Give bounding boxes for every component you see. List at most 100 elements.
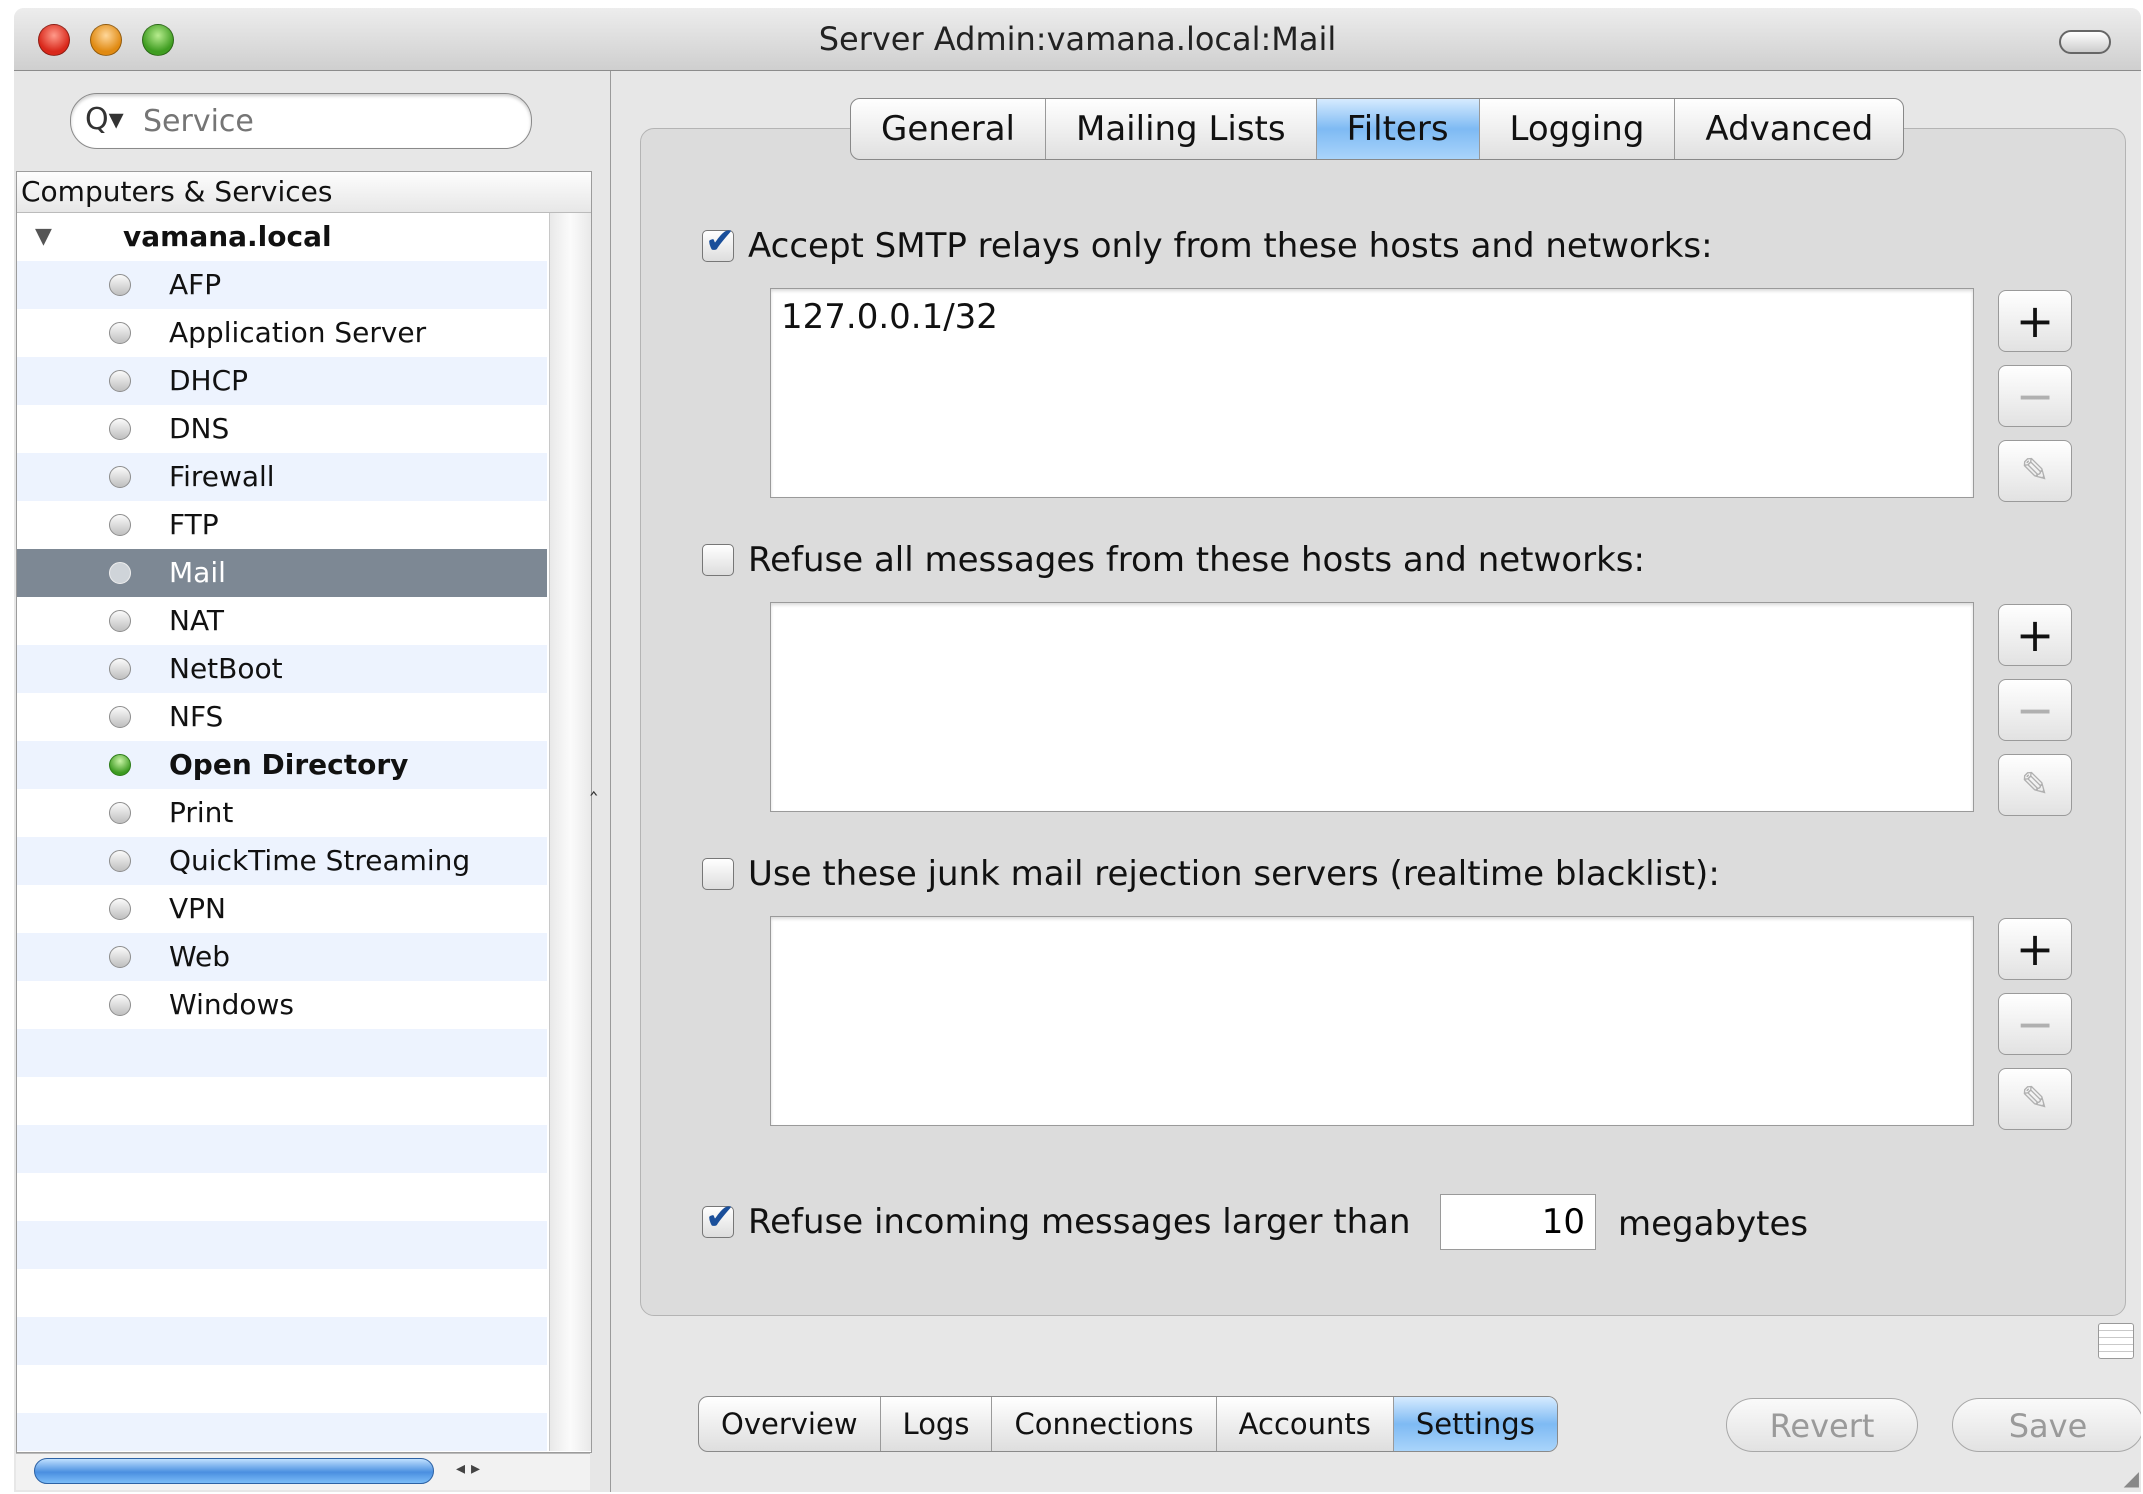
refuse-hosts-label: Refuse all messages from these hosts and… (748, 540, 1645, 580)
settings-tabs: General Mailing Lists Filters Logging Advanc… (850, 98, 1905, 160)
service-label: FTP (169, 508, 219, 541)
empty-row (17, 1125, 547, 1173)
toolbar-toggle-button[interactable] (2059, 30, 2111, 54)
add-refused-host-button[interactable]: + (1998, 604, 2072, 666)
status-indicator-icon (109, 514, 131, 536)
search-icon[interactable]: Q▾ (85, 102, 124, 137)
size-limit-input[interactable] (1440, 1194, 1596, 1250)
service-label: DHCP (169, 364, 249, 397)
service-row[interactable]: QuickTime Streaming (17, 837, 547, 885)
empty-row (17, 1413, 547, 1451)
service-rows: ▼ vamana.local AFP Application Server DHCP… (17, 213, 547, 1451)
edit-rbl-server-button[interactable]: ✎ (1998, 1068, 2072, 1130)
tab-advanced[interactable]: Advanced (1675, 99, 1903, 159)
view-tab-accounts[interactable]: Accounts (1217, 1397, 1394, 1451)
service-view-tabs: Overview Logs Connections Accounts Settings (698, 1396, 1558, 1452)
service-row[interactable]: DHCP (17, 357, 547, 405)
scroll-thumb[interactable] (34, 1458, 434, 1484)
status-indicator-icon (109, 994, 131, 1016)
minus-icon: − (2015, 369, 2055, 423)
list-item[interactable]: 127.0.0.1/32 (781, 297, 998, 337)
remove-rbl-server-button[interactable]: − (1998, 993, 2072, 1055)
disclosure-triangle-icon[interactable]: ▼ (35, 213, 52, 261)
service-label: QuickTime Streaming (169, 844, 471, 877)
remove-relay-host-button[interactable]: − (1998, 365, 2072, 427)
service-label: NetBoot (169, 652, 283, 685)
service-row[interactable]: NFS (17, 693, 547, 741)
search-input[interactable] (141, 102, 505, 140)
smtp-relay-checkbox[interactable] (702, 221, 735, 262)
service-row[interactable]: AFP (17, 261, 547, 309)
resize-grip-icon[interactable]: ◢ (2124, 1466, 2139, 1490)
service-search-field[interactable]: Q▾ (70, 93, 532, 149)
status-indicator-icon (109, 898, 131, 920)
view-tab-connections[interactable]: Connections (992, 1397, 1217, 1451)
tab-mailing-lists[interactable]: Mailing Lists (1046, 99, 1317, 159)
empty-row (17, 1029, 547, 1077)
status-indicator-icon (109, 562, 131, 584)
empty-row (17, 1269, 547, 1317)
status-indicator-icon (109, 322, 131, 344)
view-tab-settings[interactable]: Settings (1393, 1397, 1557, 1451)
service-label: NAT (169, 604, 225, 637)
service-row[interactable]: Open Directory (17, 741, 547, 789)
list-header: Computers & Services (17, 172, 591, 213)
status-indicator-icon (109, 946, 131, 968)
tab-logging[interactable]: Logging (1480, 99, 1676, 159)
tab-general[interactable]: General (851, 99, 1046, 159)
revert-button[interactable]: Revert (1726, 1398, 1918, 1452)
vertical-scrollbar[interactable] (549, 213, 591, 1451)
title-bar: Server Admin:vamana.local:Mail (14, 8, 2141, 71)
status-indicator-icon (109, 466, 131, 488)
add-relay-host-button[interactable]: + (1998, 290, 2072, 352)
host-row[interactable]: ▼ vamana.local (17, 213, 547, 261)
plus-icon: + (2015, 922, 2055, 976)
service-row[interactable]: NetBoot (17, 645, 547, 693)
size-limit-checkbox[interactable] (702, 1197, 735, 1238)
size-unit-label: megabytes (1618, 1204, 1809, 1244)
service-row[interactable]: FTP (17, 501, 547, 549)
service-row[interactable]: Firewall (17, 453, 547, 501)
empty-row (17, 1173, 547, 1221)
remove-refused-host-button[interactable]: − (1998, 679, 2072, 741)
add-rbl-server-button[interactable]: + (1998, 918, 2072, 980)
view-tab-logs[interactable]: Logs (881, 1397, 993, 1451)
edit-refused-host-button[interactable]: ✎ (1998, 754, 2072, 816)
view-tab-overview[interactable]: Overview (699, 1397, 881, 1451)
minus-icon: − (2015, 683, 2055, 737)
refuse-hosts-checkbox[interactable] (702, 544, 734, 576)
status-indicator-icon (109, 706, 131, 728)
notes-icon[interactable] (2098, 1323, 2134, 1359)
split-view-handle-icon[interactable]: ‸ (590, 771, 597, 796)
smtp-relay-hosts-list[interactable]: 127.0.0.1/32 (770, 288, 1974, 498)
service-row[interactable]: Application Server (17, 309, 547, 357)
service-row[interactable]: NAT (17, 597, 547, 645)
service-row[interactable]: Web (17, 933, 547, 981)
horizontal-scrollbar[interactable]: ◂▸ (16, 1453, 590, 1490)
status-indicator-icon (109, 370, 131, 392)
save-button[interactable]: Save (1952, 1398, 2141, 1452)
service-label: Windows (169, 988, 294, 1021)
pencil-icon: ✎ (2020, 765, 2050, 805)
status-indicator-icon (109, 418, 131, 440)
status-indicator-icon (109, 274, 131, 296)
status-indicator-icon (109, 850, 131, 872)
tab-filters[interactable]: Filters (1316, 99, 1480, 159)
service-row[interactable]: Windows (17, 981, 547, 1029)
service-row[interactable]: VPN (17, 885, 547, 933)
edit-relay-host-button[interactable]: ✎ (1998, 440, 2072, 502)
rbl-checkbox[interactable] (702, 858, 734, 890)
rbl-label: Use these junk mail rejection servers (r… (748, 854, 1720, 894)
smtp-relay-label: Accept SMTP relays only from these hosts… (748, 226, 1713, 266)
service-label: Firewall (169, 460, 275, 493)
service-label: VPN (169, 892, 226, 925)
pencil-icon: ✎ (2020, 1079, 2050, 1119)
refuse-hosts-list[interactable] (770, 602, 1974, 812)
service-label: Open Directory (169, 748, 409, 781)
service-row[interactable]: Print (17, 789, 547, 837)
scroll-arrows-icon[interactable]: ◂▸ (456, 1458, 486, 1479)
service-row[interactable]: Mail (17, 549, 547, 597)
service-label: AFP (169, 268, 222, 301)
rbl-servers-list[interactable] (770, 916, 1974, 1126)
service-row[interactable]: DNS (17, 405, 547, 453)
